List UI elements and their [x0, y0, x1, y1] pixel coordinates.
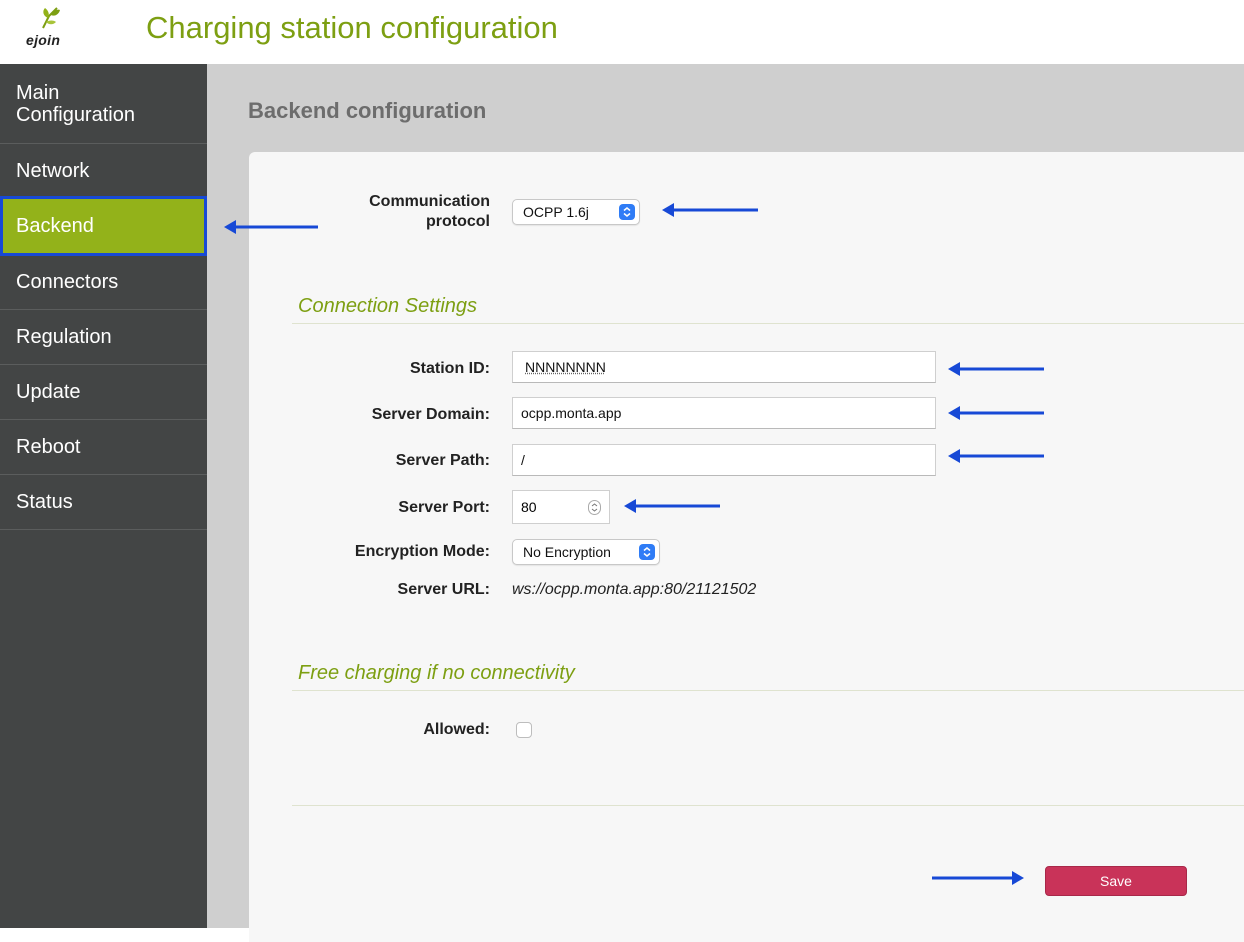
- sidebar-item-label: Status: [16, 491, 73, 513]
- server-port-stepper[interactable]: 80: [512, 490, 610, 524]
- sidebar-item-status[interactable]: Status: [0, 475, 207, 530]
- page-title: Backend configuration: [248, 98, 486, 124]
- protocol-label: Communication protocol: [300, 192, 490, 232]
- station-id-label: Station ID:: [300, 360, 490, 378]
- server-domain-input[interactable]: ocpp.monta.app: [512, 397, 936, 429]
- encryption-mode-select[interactable]: No Encryption: [512, 539, 660, 565]
- server-url-label: Server URL:: [300, 581, 490, 599]
- sidebar-item-label: Backend: [16, 215, 94, 237]
- sidebar-item-regulation[interactable]: Regulation: [0, 310, 207, 365]
- sidebar-item-label: Reboot: [16, 436, 81, 458]
- server-url-value: ws://ocpp.monta.app:80/21121502: [512, 581, 756, 599]
- server-port-label: Server Port:: [300, 499, 490, 517]
- arrow-left-icon: [660, 200, 760, 220]
- arrow-left-icon: [946, 359, 1046, 379]
- sidebar-item-label: Main Configuration: [16, 82, 166, 126]
- server-path-value: /: [521, 452, 525, 468]
- section-divider: [292, 690, 1244, 691]
- free-charging-title: Free charging if no connectivity: [298, 662, 575, 685]
- station-id-input[interactable]: NNNNNNNN: [512, 351, 936, 383]
- save-button[interactable]: Save: [1045, 866, 1187, 896]
- allowed-checkbox[interactable]: [516, 722, 532, 738]
- arrow-left-icon: [946, 403, 1046, 423]
- chevron-updown-icon: [639, 544, 655, 560]
- arrow-left-icon: [946, 446, 1046, 466]
- encryption-mode-label: Encryption Mode:: [300, 543, 490, 561]
- connection-settings-title: Connection Settings: [298, 295, 477, 318]
- arrow-right-icon: [930, 868, 1026, 888]
- server-path-label: Server Path:: [300, 452, 490, 470]
- sidebar-item-update[interactable]: Update: [0, 365, 207, 420]
- sidebar-item-label: Regulation: [16, 326, 112, 348]
- app-header: ejoin Charging station configuration: [0, 0, 1244, 64]
- protocol-select[interactable]: OCPP 1.6j: [512, 199, 640, 225]
- sidebar-item-network[interactable]: Network: [0, 144, 207, 198]
- server-domain-value: ocpp.monta.app: [521, 405, 621, 421]
- section-divider: [292, 323, 1244, 324]
- allowed-label: Allowed:: [300, 721, 490, 739]
- chevron-updown-icon: [619, 204, 635, 220]
- stepper-arrows-icon[interactable]: [588, 500, 601, 515]
- sidebar-item-label: Update: [16, 381, 81, 403]
- server-path-input[interactable]: /: [512, 444, 936, 476]
- app-title: Charging station configuration: [146, 10, 558, 46]
- sidebar-item-label: Network: [16, 160, 89, 182]
- sidebar-item-main-configuration[interactable]: Main Configuration: [0, 64, 207, 144]
- station-id-value: NNNNNNNN: [521, 359, 606, 375]
- server-port-value: 80: [521, 499, 537, 515]
- sidebar-item-reboot[interactable]: Reboot: [0, 420, 207, 475]
- sidebar-item-backend[interactable]: Backend: [0, 196, 207, 256]
- arrow-left-icon: [222, 217, 320, 237]
- sidebar-item-label: Connectors: [16, 271, 118, 293]
- leaf-icon: [39, 6, 61, 30]
- sidebar-item-connectors[interactable]: Connectors: [0, 255, 207, 310]
- encryption-mode-value: No Encryption: [523, 544, 611, 560]
- sidebar-nav: Main Configuration Network Backend Conne…: [0, 64, 207, 928]
- logo-wordmark: ejoin: [26, 32, 60, 48]
- server-domain-label: Server Domain:: [300, 406, 490, 424]
- protocol-select-value: OCPP 1.6j: [523, 204, 589, 220]
- ejoin-logo: ejoin: [26, 6, 76, 56]
- arrow-left-icon: [622, 496, 722, 516]
- footer-divider: [292, 805, 1244, 806]
- protocol-label-line1: Communication: [300, 192, 490, 212]
- protocol-label-line2: protocol: [300, 212, 490, 232]
